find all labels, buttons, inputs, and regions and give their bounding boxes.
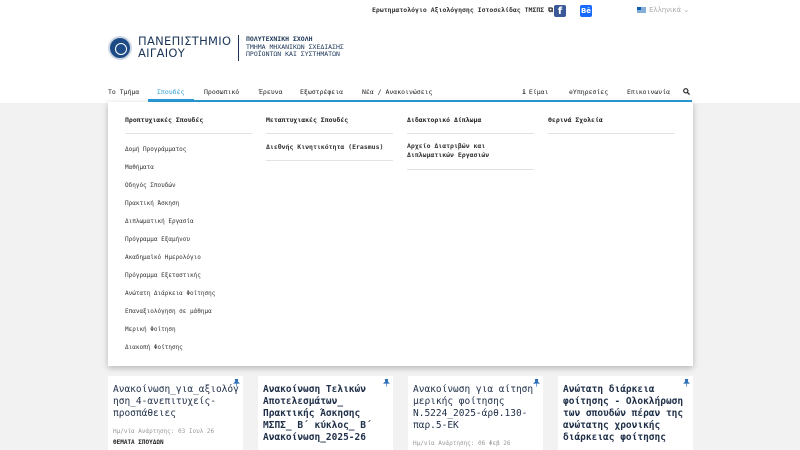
nav-item-staff[interactable]: Προσωπικό	[204, 88, 239, 96]
university-logo[interactable]: ΠΑΝΕΠΙΣΤΗΜΙΟ ΑΙΓΑΙΟΥ	[138, 35, 231, 59]
menu-link-study-guide[interactable]: Οδηγός Σπουδών	[125, 182, 176, 189]
announcement-card[interactable]: Ανακοίνωση για αίτηση μερικής φοίτησης Ν…	[408, 376, 543, 450]
menu-link-part-time[interactable]: Μερική Φοίτηση	[125, 326, 176, 333]
announcement-card[interactable]: Ανώτατη διάρκεια φοίτησης - Ολοκλήρωση τ…	[558, 376, 693, 450]
summer-separator	[548, 133, 675, 134]
nav-item-outreach[interactable]: Εξωστρέφεια	[300, 88, 343, 96]
card-title[interactable]: Ανακοίνωση Τελικών Αποτελεσμάτων_ Πρακτι…	[263, 384, 391, 444]
nav-item-news[interactable]: Νέα / Ανακοινώσεις	[362, 88, 432, 96]
chevron-down-icon: ⌄	[683, 6, 690, 14]
university-seal-icon[interactable]	[108, 36, 132, 60]
card-title[interactable]: Ανακοίνωση_για_αξιολόγηση_4-ανεπιτυχείς-…	[113, 384, 241, 420]
undergrad-separator	[125, 133, 252, 134]
search-icon[interactable]	[683, 88, 690, 95]
card-category[interactable]: ΘΕΜΑΤΑ ΣΠΟΥΔΩΝ	[113, 439, 164, 446]
archive-separator	[407, 169, 534, 170]
announcement-card[interactable]: Ανακοίνωση_για_αξιολόγηση_4-ανεπιτυχείς-…	[108, 376, 243, 450]
menu-link-program-structure[interactable]: Δομή Προγράμματος	[125, 146, 186, 153]
nav-item-studies[interactable]: Σπουδές	[157, 88, 184, 96]
card-date: Ημ/νία Ανάρτησης: 03 Ιουλ 26	[113, 428, 215, 435]
menu-link-thesis[interactable]: Διπλωματική Εργασία	[125, 218, 194, 225]
studies-mega-menu: Προπτυχιακές Σπουδές Δομή Προγράμματος Μ…	[108, 102, 693, 366]
card-title[interactable]: Ανώτατη διάρκεια φοίτησης - Ολοκλήρωση τ…	[563, 384, 691, 444]
menu-link-thesis-archive[interactable]: Αρχείο Διατριβών και Διπλωματικών Εργασι…	[407, 142, 527, 160]
menu-link-courses[interactable]: Μαθήματα	[125, 164, 154, 171]
menu-link-reassessment[interactable]: Επαναξιολόγηση σε μάθημα	[125, 308, 212, 315]
phd-heading[interactable]: Διδακτορικό Δίπλωμα	[407, 116, 481, 124]
top-bar: Ερωτηματολόγιο Αξιολόγησης Ιστοσελίδας Τ…	[0, 0, 800, 22]
external-link-icon: ⧉	[548, 6, 554, 14]
menu-link-exam-schedule[interactable]: Πρόγραμμα Εξεταστικής	[125, 272, 201, 279]
logo-line-2: ΑΙΓΑΙΟΥ	[138, 46, 186, 60]
postgrad-heading[interactable]: Μεταπτυχιακές Σπουδές	[266, 116, 348, 124]
survey-link[interactable]: Ερωτηματολόγιο Αξιολόγησης Ιστοσελίδας Τ…	[372, 6, 553, 15]
erasmus-separator	[266, 160, 393, 161]
summer-schools-heading[interactable]: Θερινά Σχολεία	[548, 116, 603, 124]
nav-item-eservices[interactable]: eΥπηρεσίες	[569, 88, 608, 96]
nav-item-research[interactable]: Έρευνα	[259, 88, 282, 96]
menu-link-semester-schedule[interactable]: Πρόγραμμα Εξαμήνου	[125, 236, 190, 243]
school-name: ΠΟΛΥΤΕΧΝΙΚΗ ΣΧΟΛΗ ΤΜΗΜΑ ΜΗΧΑΝΙΚΩΝ ΣΧΕΔΙΑ…	[246, 35, 344, 59]
logo-divider	[238, 35, 239, 61]
undergrad-heading[interactable]: Προπτυχιακές Σπουδές	[125, 116, 203, 124]
menu-link-study-interruption[interactable]: Διακοπή Φοίτησης	[125, 344, 183, 351]
menu-link-max-duration[interactable]: Ανώτατη Διάρκεια Φοίτησης	[125, 290, 215, 297]
phd-separator	[407, 133, 534, 134]
announcement-card[interactable]: Ανακοίνωση Τελικών Αποτελεσμάτων_ Πρακτι…	[258, 376, 393, 450]
department-line-2: ΠΡΟΪΟΝΤΩΝ ΚΑΙ ΣΥΣΤΗΜΑΤΩΝ	[246, 50, 340, 58]
menu-link-erasmus[interactable]: Διεθνής Κινητικότητα (Erasmus)	[266, 143, 383, 151]
language-selector[interactable]: Ελληνικά ⌄	[637, 6, 689, 14]
site-header: Ερωτηματολόγιο Αξιολόγησης Ιστοσελίδας Τ…	[0, 0, 800, 103]
card-title[interactable]: Ανακοίνωση για αίτηση μερικής φοίτησης Ν…	[413, 384, 541, 432]
info-icon: i	[522, 88, 526, 96]
greek-flag-icon	[637, 7, 646, 13]
postgrad-separator	[266, 133, 393, 134]
facebook-icon[interactable]: f	[554, 5, 566, 17]
nav-item-contact[interactable]: Επικοινωνία	[627, 88, 670, 96]
menu-link-academic-calendar[interactable]: Ακαδημαϊκό Ημερολόγιο	[125, 254, 201, 261]
behance-icon[interactable]: Bē	[580, 5, 592, 17]
menu-link-internship[interactable]: Πρακτική Άσκηση	[125, 200, 179, 207]
card-date: Ημ/νία Ανάρτησης: 06 Φεβ 26	[413, 440, 511, 447]
nav-item-department[interactable]: Το Τμήμα	[108, 88, 139, 96]
nav-item-i-am[interactable]: i Είμαι	[522, 88, 549, 96]
